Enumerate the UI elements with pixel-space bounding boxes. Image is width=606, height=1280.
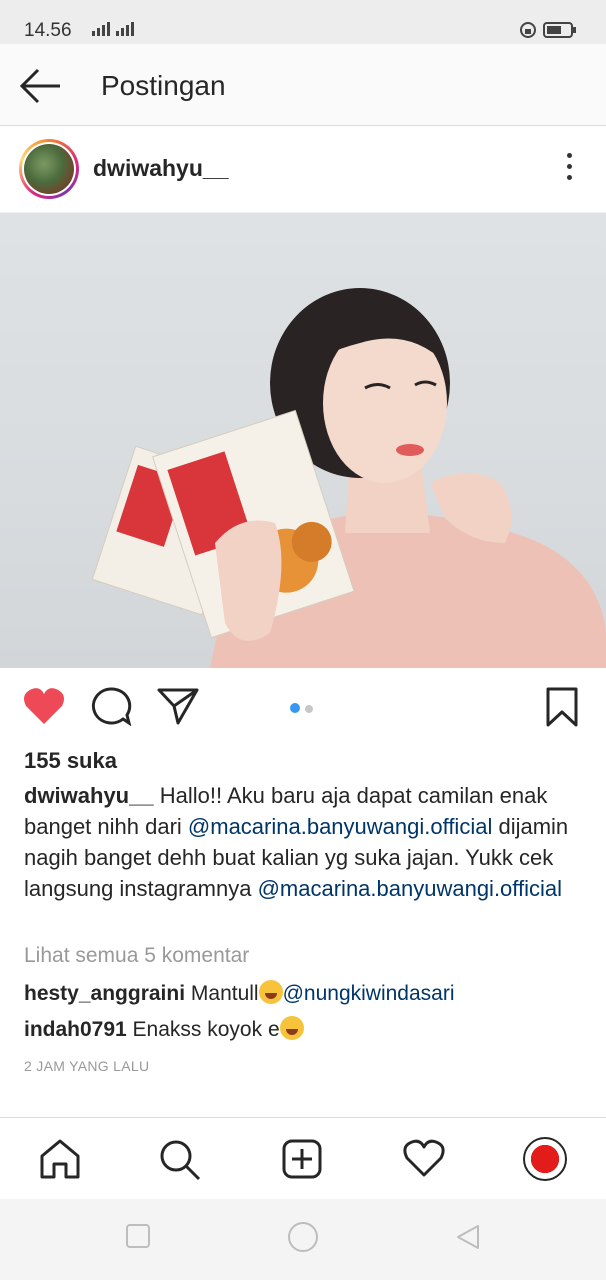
more-options-icon[interactable]: [562, 153, 576, 185]
profile-nav-avatar[interactable]: [523, 1137, 567, 1181]
post-photo[interactable]: [0, 213, 606, 668]
like-heart-icon[interactable]: [22, 686, 66, 726]
comment-username[interactable]: hesty_anggraini: [24, 982, 185, 1005]
view-all-comments-link[interactable]: Lihat semua 5 komentar: [24, 944, 249, 968]
battery-icon: [520, 22, 576, 38]
bookmark-icon[interactable]: [544, 686, 580, 728]
back-arrow-icon[interactable]: [18, 66, 64, 106]
carousel-dot: [305, 705, 313, 713]
top-bar: Postingan: [0, 44, 606, 126]
share-icon[interactable]: [156, 686, 200, 726]
laughing-emoji-icon: [258, 980, 283, 1004]
post-timestamp: 2 JAM YANG LALU: [24, 1058, 150, 1074]
new-post-icon[interactable]: [281, 1138, 323, 1180]
caption-mention[interactable]: @macarina.banyuwangi.official: [188, 814, 492, 839]
system-nav-bar: [0, 1199, 606, 1280]
page-title: Postingan: [101, 70, 226, 101]
bottom-nav: [0, 1117, 606, 1199]
post-caption: dwiwahyu__ Hallo!! Aku baru aja dapat ca…: [24, 780, 586, 904]
comment-mention[interactable]: @nungkiwindasari: [283, 982, 455, 1005]
status-time: 14.56: [24, 20, 72, 41]
search-icon[interactable]: [158, 1138, 202, 1182]
post-image: [91, 288, 606, 668]
home-circle-icon[interactable]: [287, 1221, 319, 1253]
caption-mention[interactable]: @macarina.banyuwangi.official: [258, 876, 562, 901]
comment-text: Enakss koyok e: [126, 1018, 280, 1041]
comment-item: indah0791 Enakss koyok e: [24, 1016, 304, 1042]
yum-emoji-icon: [279, 1016, 304, 1040]
home-icon[interactable]: [38, 1138, 82, 1180]
carousel-dot-active: [290, 703, 300, 713]
comment-item: hesty_anggraini Mantull @nungkiwindasari: [24, 980, 455, 1006]
activity-heart-icon[interactable]: [402, 1138, 446, 1178]
caption-username[interactable]: dwiwahyu__: [24, 783, 154, 808]
signal-icon: [92, 22, 134, 36]
post-username[interactable]: dwiwahyu__: [93, 155, 228, 182]
carousel-indicator: [290, 700, 318, 718]
comment-text: Mantull: [185, 982, 259, 1005]
recent-apps-icon[interactable]: [125, 1223, 151, 1249]
comment-username[interactable]: indah0791: [24, 1018, 127, 1041]
back-triangle-icon[interactable]: [454, 1223, 482, 1251]
avatar[interactable]: [19, 139, 79, 199]
comment-icon[interactable]: [90, 686, 132, 726]
status-bar: 14.56: [0, 0, 606, 44]
post-actions: [0, 668, 606, 748]
like-count[interactable]: 155 suka: [24, 748, 117, 774]
post-header: dwiwahyu__: [0, 127, 606, 213]
